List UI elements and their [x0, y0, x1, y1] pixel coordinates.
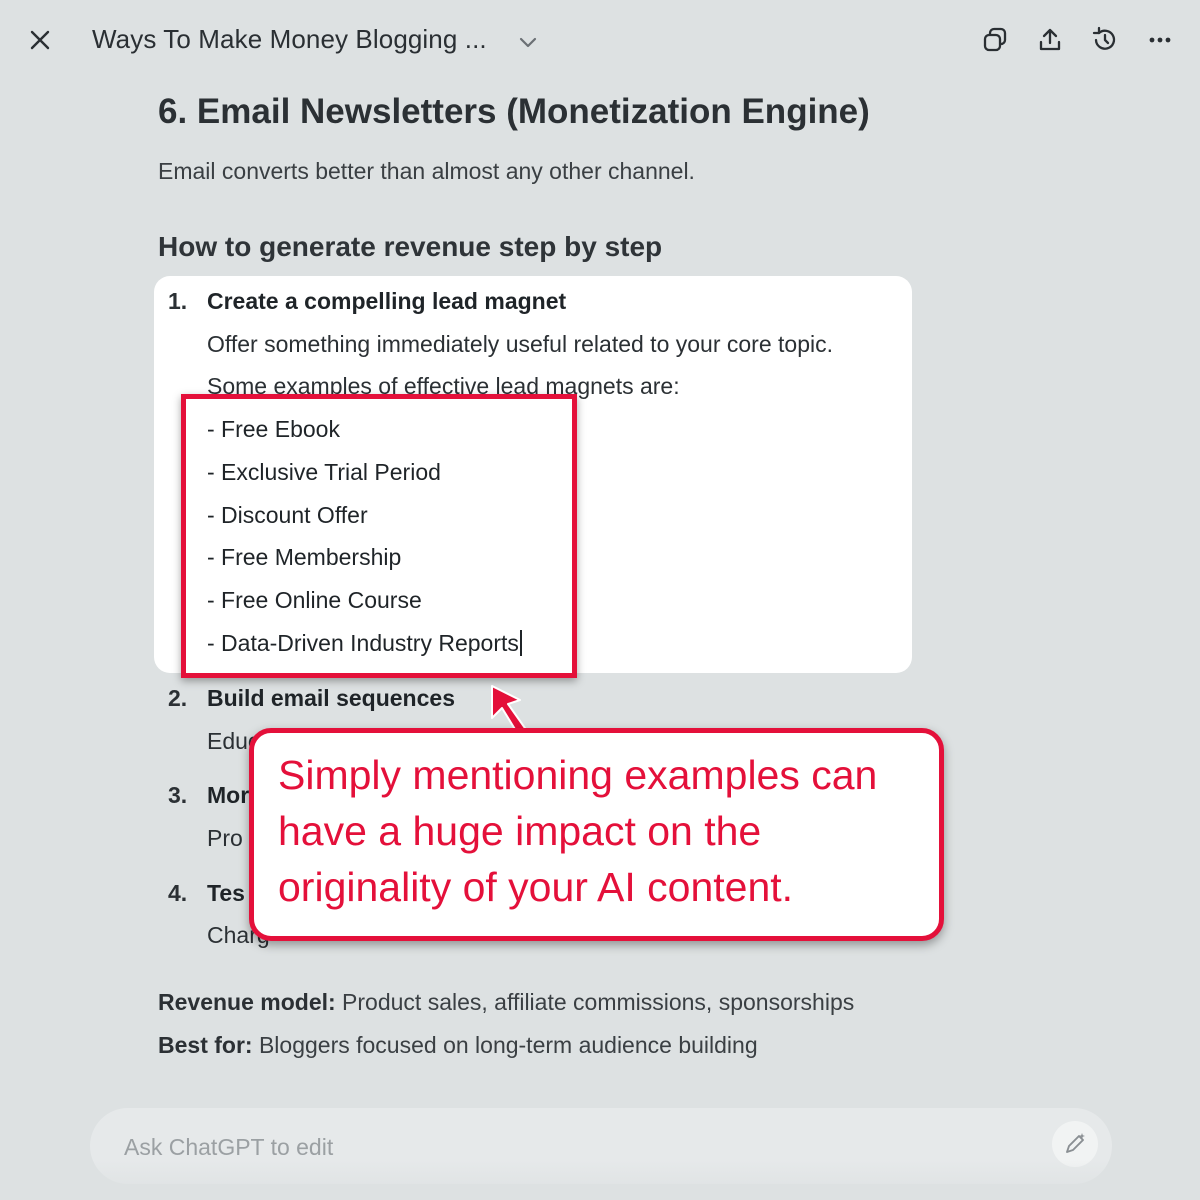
ask-chatgpt-input[interactable]: [124, 1130, 1024, 1164]
best-for-label: Best for:: [158, 1032, 253, 1058]
step-title: Mor: [207, 782, 250, 808]
step-number: 4.: [168, 880, 188, 906]
step-title: Build email sequences: [207, 685, 455, 711]
section-intro: Email converts better than almost any ot…: [158, 158, 695, 184]
step-title: Tes: [207, 880, 245, 906]
step-number: 3.: [168, 782, 188, 808]
revenue-model-label: Revenue model:: [158, 989, 336, 1015]
bottom-fade: [0, 1160, 1200, 1200]
copy-icon[interactable]: [977, 22, 1013, 58]
step-title: Create a compelling lead magnet: [207, 288, 567, 314]
history-icon[interactable]: [1087, 22, 1123, 58]
best-for-value: Bloggers focused on long-term audience b…: [252, 1032, 758, 1058]
step-body-line: Offer something immediately useful relat…: [207, 331, 833, 357]
step-number: 2.: [168, 685, 188, 711]
chevron-down-icon[interactable]: [514, 28, 542, 56]
annotation-highlight-box: [181, 394, 577, 678]
share-icon[interactable]: [1032, 22, 1068, 58]
top-bar: Ways To Make Money Blogging ...: [0, 0, 1200, 82]
step-number: 1.: [168, 288, 188, 314]
best-for-line: Best for: Bloggers focused on long-term …: [158, 1032, 758, 1059]
section-heading: 6. Email Newsletters (Monetization Engin…: [158, 92, 870, 131]
more-icon[interactable]: [1142, 22, 1178, 58]
annotation-callout: Simply mentioning examples can have a hu…: [249, 728, 944, 941]
revenue-model-value: Product sales, affiliate commissions, sp…: [335, 989, 855, 1015]
callout-text: Simply mentioning examples can have a hu…: [278, 752, 878, 910]
revenue-model-line: Revenue model: Product sales, affiliate …: [158, 989, 854, 1016]
subheading: How to generate revenue step by step: [158, 231, 663, 262]
document-title[interactable]: Ways To Make Money Blogging ...: [92, 24, 487, 55]
close-icon[interactable]: [22, 22, 58, 58]
step-body-line: Pro: [207, 825, 243, 851]
